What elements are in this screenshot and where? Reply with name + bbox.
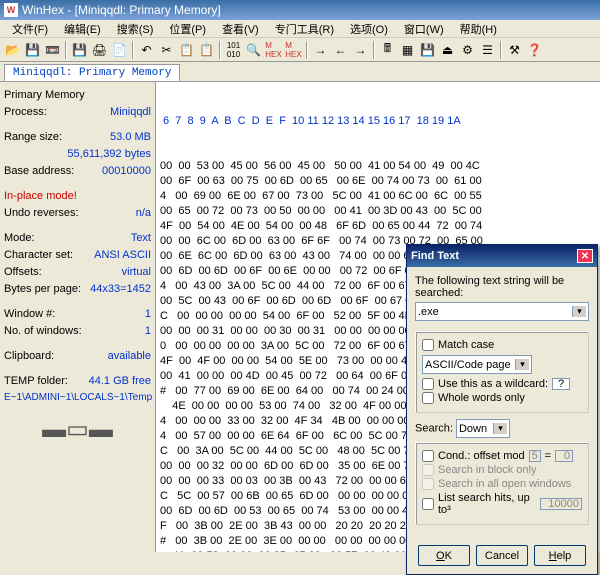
dialog-titlebar[interactable]: Find Text ✕ (407, 245, 597, 267)
ok-button[interactable]: OK (418, 545, 470, 566)
nowin-value: 1 (145, 324, 151, 338)
window-titlebar: W WinHex - [Miniqqdl: Primary Memory] (0, 0, 600, 20)
paste-icon[interactable]: 📋 (197, 40, 216, 59)
menu-edit[interactable]: 编辑(E) (56, 21, 109, 37)
menu-search[interactable]: 搜索(S) (109, 21, 162, 37)
cut-icon[interactable]: ✂ (157, 40, 176, 59)
charset-label: Character set: (4, 248, 73, 262)
undo-icon[interactable]: ↶ (137, 40, 156, 59)
undo-value: n/a (136, 206, 151, 220)
charset-value[interactable]: ANSI ASCII (94, 248, 151, 262)
toolbar: 📂 💾 📼 💾 🖨 📄 ↶ ✂ 📋 📋 101010 🔍 MHEX MHEX →… (0, 38, 600, 62)
process-label: Process: (4, 105, 47, 119)
advanced-group: Cond.: offset mod = Search in block only… (415, 442, 589, 525)
bpp-value: 44x33=1452 (90, 282, 151, 296)
goto-icon[interactable]: → (311, 40, 330, 59)
range-label: Range size: (4, 130, 62, 144)
process-value: Miniqqdl (110, 105, 151, 119)
base-value: 00010000 (102, 164, 151, 178)
codepage-combo[interactable]: ASCII/Code page (422, 355, 532, 374)
chip-icon: ▬▭▬ (4, 415, 151, 444)
mode-value[interactable]: Text (131, 231, 151, 245)
undo-label: Undo reverses: (4, 206, 79, 220)
cond-mod-input (529, 450, 541, 462)
search-prompt: The following text string will be search… (415, 275, 589, 299)
tabbar: Miniqqdl: Primary Memory (0, 62, 600, 82)
back-icon[interactable]: ← (331, 40, 350, 59)
cancel-button[interactable]: Cancel (476, 545, 528, 566)
help-button[interactable]: Help (534, 545, 586, 566)
info-sidebar: Primary Memory Process: Miniqqdl Range si… (0, 82, 156, 552)
wildcard-char[interactable] (552, 378, 570, 390)
menu-position[interactable]: 位置(P) (161, 21, 214, 37)
list-icon[interactable]: ☰ (478, 40, 497, 59)
save-icon[interactable]: 💾 (70, 40, 89, 59)
base-label: Base address: (4, 164, 74, 178)
dialog-title: Find Text (411, 250, 459, 262)
menu-options[interactable]: 选项(O) (342, 21, 396, 37)
match-case-checkbox[interactable]: Match case (422, 339, 582, 351)
search-direction-combo[interactable]: Down (456, 419, 510, 438)
temp-path[interactable]: E~1\ADMINI~1\LOCALS~1\Temp (4, 391, 151, 405)
print-icon[interactable]: 🖨 (90, 40, 109, 59)
hex-header: 6 7 8 9 A B C D E F 10 11 12 13 14 15 16… (160, 114, 596, 129)
nowin-label: No. of windows: (4, 324, 82, 338)
menu-tools[interactable]: 专门工具(R) (267, 21, 342, 37)
bpp-label: Bytes per page: (4, 282, 81, 296)
menu-view[interactable]: 查看(V) (214, 21, 267, 37)
section-title: Primary Memory (4, 88, 85, 102)
gear-icon[interactable]: ⚙ (458, 40, 477, 59)
eject-icon[interactable]: ⏏ (438, 40, 457, 59)
clip-label: Clipboard: (4, 349, 54, 363)
mode-label: Mode: (4, 231, 35, 245)
window-title: WinHex - [Miniqqdl: Primary Memory] (22, 3, 221, 17)
clip-value[interactable]: available (108, 349, 151, 363)
whole-words-checkbox[interactable]: Whole words only (422, 392, 582, 404)
wildcard-checkbox[interactable]: Use this as a wildcard: (422, 378, 582, 390)
find-text-icon[interactable]: MHEX (284, 40, 303, 59)
app-icon: W (4, 3, 18, 17)
range-bytes: 55,611,392 bytes (67, 147, 151, 161)
temp-label: TEMP folder: (4, 374, 68, 388)
open-icon[interactable]: 📂 (3, 40, 22, 59)
all-windows-checkbox: Search in all open windows (422, 478, 582, 490)
help-icon[interactable]: ❓ (525, 40, 544, 59)
tab-file[interactable]: Miniqqdl: Primary Memory (4, 64, 180, 81)
ram-icon[interactable]: ▦ (398, 40, 417, 59)
search-direction-label: Search: (415, 423, 453, 435)
find-text-dialog: Find Text ✕ The following text string wi… (406, 244, 598, 575)
range-value: 53.0 MB (110, 130, 151, 144)
temp-value: 44.1 GB free (89, 374, 151, 388)
list-hits-checkbox[interactable]: List search hits, up to³ (422, 492, 582, 516)
offsets-value[interactable]: virtual (122, 265, 151, 279)
block-only-checkbox: Search in block only (422, 464, 582, 476)
close-icon[interactable]: ✕ (577, 249, 593, 263)
floppy-icon[interactable]: 💾 (418, 40, 437, 59)
find-hex-icon[interactable]: MHEX (264, 40, 283, 59)
offsets-label: Offsets: (4, 265, 42, 279)
menubar: 文件(F) 编辑(E) 搜索(S) 位置(P) 查看(V) 专门工具(R) 选项… (0, 20, 600, 38)
drive-icon[interactable]: 📼 (43, 40, 62, 59)
menu-file[interactable]: 文件(F) (4, 21, 56, 37)
find-icon[interactable]: 🔍 (244, 40, 263, 59)
winnum-value: 1 (145, 307, 151, 321)
copy-icon[interactable]: 📋 (177, 40, 196, 59)
menu-help[interactable]: 帮助(H) (452, 21, 505, 37)
inplace-mode: In-place mode! (4, 189, 77, 203)
page-icon[interactable]: 📄 (110, 40, 129, 59)
winnum-label: Window #: (4, 307, 55, 321)
cond-checkbox[interactable]: Cond.: offset mod = (422, 450, 582, 462)
menu-window[interactable]: 窗口(W) (396, 21, 452, 37)
options-icon[interactable]: ⚒ (505, 40, 524, 59)
fwd-icon[interactable]: → (351, 40, 370, 59)
calc-icon[interactable]: 🖩 (378, 40, 397, 59)
options-group: Match case ASCII/Code page Use this as a… (415, 331, 589, 413)
cond-rem-input (555, 450, 573, 462)
disk-icon[interactable]: 💾 (23, 40, 42, 59)
list-hits-input (540, 498, 582, 510)
search-input[interactable]: .exe (415, 302, 589, 321)
hex-icon[interactable]: 101010 (224, 40, 243, 59)
